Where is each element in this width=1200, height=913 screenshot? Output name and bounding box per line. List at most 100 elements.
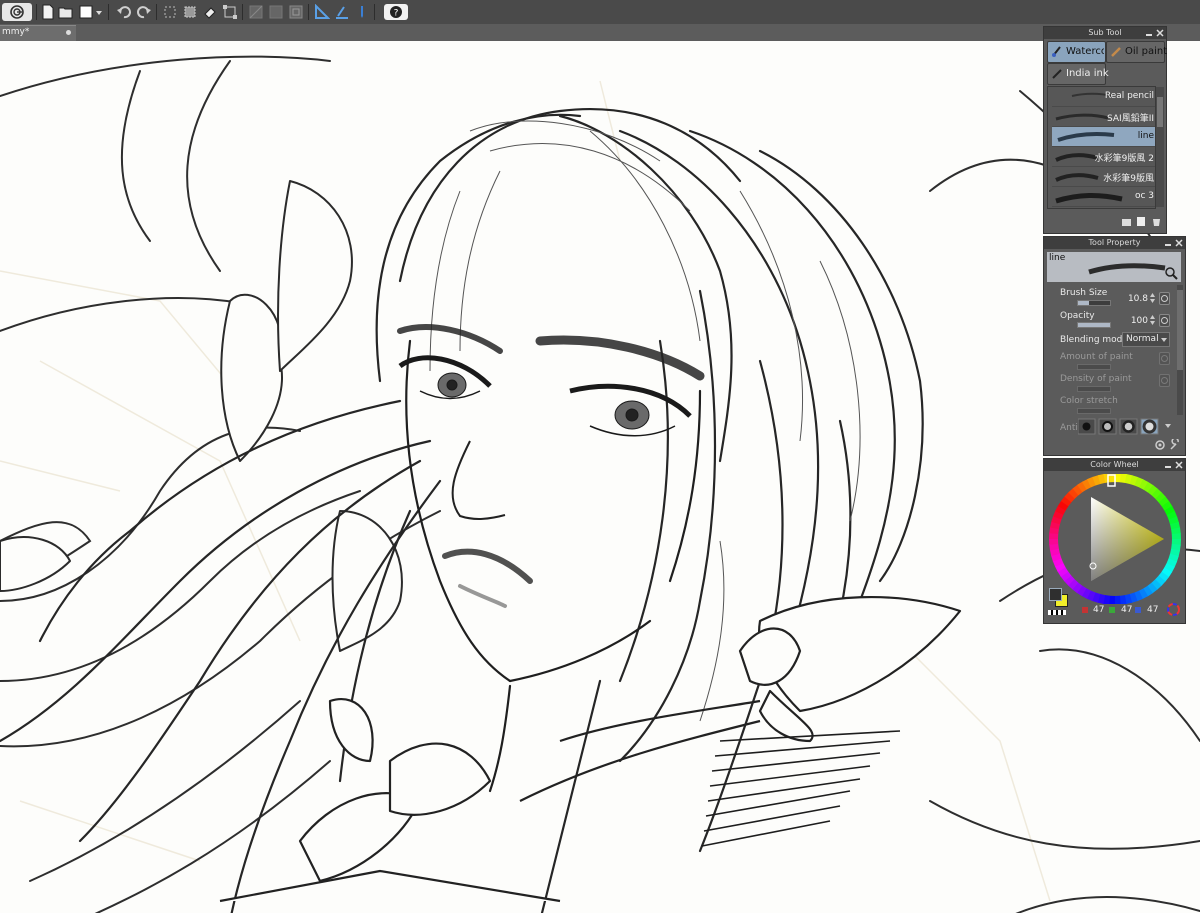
open-file-icon[interactable]	[58, 4, 74, 20]
wrench-icon[interactable]	[1169, 439, 1181, 451]
red-channel-icon	[1082, 607, 1088, 613]
sub-tool-group-india-ink[interactable]: India ink	[1047, 63, 1109, 85]
color-wheel-palette: Color Wheel 47 47 47	[1043, 458, 1186, 624]
blending-mode-select[interactable]: Normal	[1122, 332, 1170, 347]
pen-pressure-icon	[1159, 374, 1170, 387]
minimize-icon[interactable]	[1145, 29, 1153, 37]
anti-alias-options	[1077, 418, 1160, 435]
brush-list-scrollbar[interactable]	[1156, 87, 1164, 207]
brush-item[interactable]: oc 3	[1052, 187, 1155, 207]
color-mode-icon[interactable]	[1167, 603, 1180, 616]
close-icon[interactable]	[1175, 461, 1183, 469]
crop-icon[interactable]	[248, 4, 264, 20]
brush-item[interactable]: Real pencil	[1052, 87, 1155, 107]
brush-stroke-preview	[1057, 132, 1115, 142]
sub-tool-group-watercolor[interactable]: Waterco	[1047, 41, 1106, 63]
brush-name: oc 3	[1134, 191, 1154, 201]
new-file-icon[interactable]	[40, 4, 56, 20]
blending-mode-value: Normal	[1126, 334, 1159, 344]
toolbar-separator	[108, 4, 109, 20]
brush-item[interactable]: line	[1052, 127, 1155, 147]
color-swatches	[1049, 588, 1068, 607]
brush-name: 水彩筆9版風 2	[1094, 154, 1154, 164]
redo-icon[interactable]	[136, 4, 152, 20]
property-scrollbar[interactable]	[1177, 285, 1183, 415]
settings-icon[interactable]	[1154, 439, 1166, 451]
select-all-icon[interactable]	[182, 4, 198, 20]
brush-item[interactable]: 水彩筆9版風 2	[1052, 147, 1155, 167]
green-value[interactable]: 47	[1121, 605, 1132, 615]
fill-icon[interactable]	[202, 4, 218, 20]
toolbar-separator	[156, 4, 157, 20]
document-tab-bar: mmy*	[0, 24, 1200, 41]
blue-value[interactable]: 47	[1147, 605, 1158, 615]
transparent-color-swatch[interactable]	[1048, 610, 1066, 615]
blue-channel-icon	[1135, 607, 1141, 613]
main-color-swatch[interactable]	[1049, 588, 1062, 601]
oil-paint-brush-icon	[1111, 47, 1121, 57]
brush-item[interactable]: SAI風鉛筆II	[1052, 107, 1155, 127]
blending-mode-label: Blending mode	[1060, 335, 1128, 345]
clear-icon[interactable]	[162, 4, 178, 20]
toolbar-separator	[242, 4, 243, 20]
hue-ring[interactable]	[1048, 474, 1182, 604]
scrollbar-thumb[interactable]	[1177, 290, 1183, 370]
density-of-paint-label: Density of paint	[1060, 374, 1132, 384]
brush-size-slider[interactable]	[1077, 300, 1111, 306]
brush-stroke-preview	[1055, 173, 1099, 182]
delete-icon[interactable]	[1151, 216, 1162, 227]
duplicate-icon[interactable]	[1136, 216, 1147, 227]
undo-icon[interactable]	[116, 4, 132, 20]
minimize-icon[interactable]	[1164, 461, 1172, 469]
brush-item[interactable]: 水彩筆9版風	[1052, 167, 1155, 187]
sub-tool-group-oil-paint[interactable]: Oil paint	[1106, 41, 1167, 63]
brush-stroke-preview	[1055, 153, 1099, 162]
anti-alias-icon	[1077, 418, 1159, 435]
app-logo-icon[interactable]	[2, 3, 32, 21]
brush-name: line	[1137, 131, 1154, 141]
green-channel-icon	[1109, 607, 1115, 613]
save-icon[interactable]	[78, 4, 94, 20]
brush-stroke-preview	[1055, 113, 1109, 121]
color-stretch-label: Color stretch	[1060, 396, 1118, 406]
brush-stroke-preview	[1088, 263, 1166, 275]
minimize-icon[interactable]	[1164, 239, 1172, 247]
opacity-slider[interactable]	[1077, 322, 1111, 328]
close-icon[interactable]	[1175, 239, 1183, 247]
hue-segment	[1171, 533, 1181, 540]
pen-pressure-icon[interactable]	[1159, 292, 1170, 305]
toolbar-separator	[36, 4, 37, 20]
opacity-spinner[interactable]	[1149, 314, 1156, 326]
chevron-down-icon[interactable]	[1164, 422, 1172, 430]
close-icon[interactable]	[1156, 29, 1164, 37]
help-icon[interactable]: ?	[384, 4, 408, 20]
sub-tool-palette: Sub Tool Waterco Oil paint India ink Rea…	[1043, 26, 1167, 234]
grid-icon[interactable]	[288, 4, 304, 20]
document-tab[interactable]: mmy*	[0, 25, 76, 41]
shape-icon[interactable]	[268, 4, 284, 20]
pen-pressure-icon[interactable]	[354, 4, 370, 20]
toolbar-separator	[308, 4, 309, 20]
scrollbar-thumb[interactable]	[1157, 97, 1163, 127]
new-sub-tool-icon[interactable]	[1121, 216, 1132, 227]
snap-icon[interactable]	[334, 4, 350, 20]
brush-size-value[interactable]: 10.8	[1124, 294, 1148, 304]
dropdown-icon[interactable]	[95, 4, 103, 20]
brush-list: Real pencil SAI風鉛筆II line 水彩筆9版風 2 水彩筆9版…	[1047, 86, 1156, 209]
red-value[interactable]: 47	[1093, 605, 1104, 615]
density-of-paint-slider	[1077, 386, 1111, 392]
pen-pressure-icon[interactable]	[1159, 314, 1170, 327]
india-ink-brush-icon	[1052, 69, 1062, 79]
opacity-value[interactable]: 100	[1124, 316, 1148, 326]
sub-tool-group-label: India ink	[1066, 68, 1109, 79]
brush-size-spinner[interactable]	[1149, 292, 1156, 304]
ruler-icon[interactable]	[314, 3, 331, 20]
color-stretch-slider	[1077, 408, 1111, 414]
magnify-icon[interactable]	[1164, 266, 1178, 280]
drawing-canvas[interactable]	[0, 41, 1200, 913]
brush-name: Real pencil	[1104, 91, 1154, 101]
close-tab-icon[interactable]	[66, 30, 71, 35]
brush-name: 水彩筆9版風	[1103, 174, 1154, 184]
transform-icon[interactable]	[222, 4, 238, 20]
pen-pressure-icon	[1159, 352, 1170, 365]
